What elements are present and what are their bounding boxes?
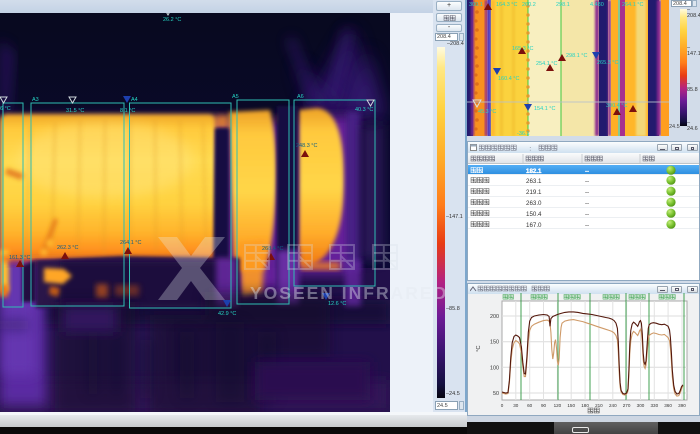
svg-text:YOSEEN INFRARED: YOSEEN INFRARED [250,283,448,303]
